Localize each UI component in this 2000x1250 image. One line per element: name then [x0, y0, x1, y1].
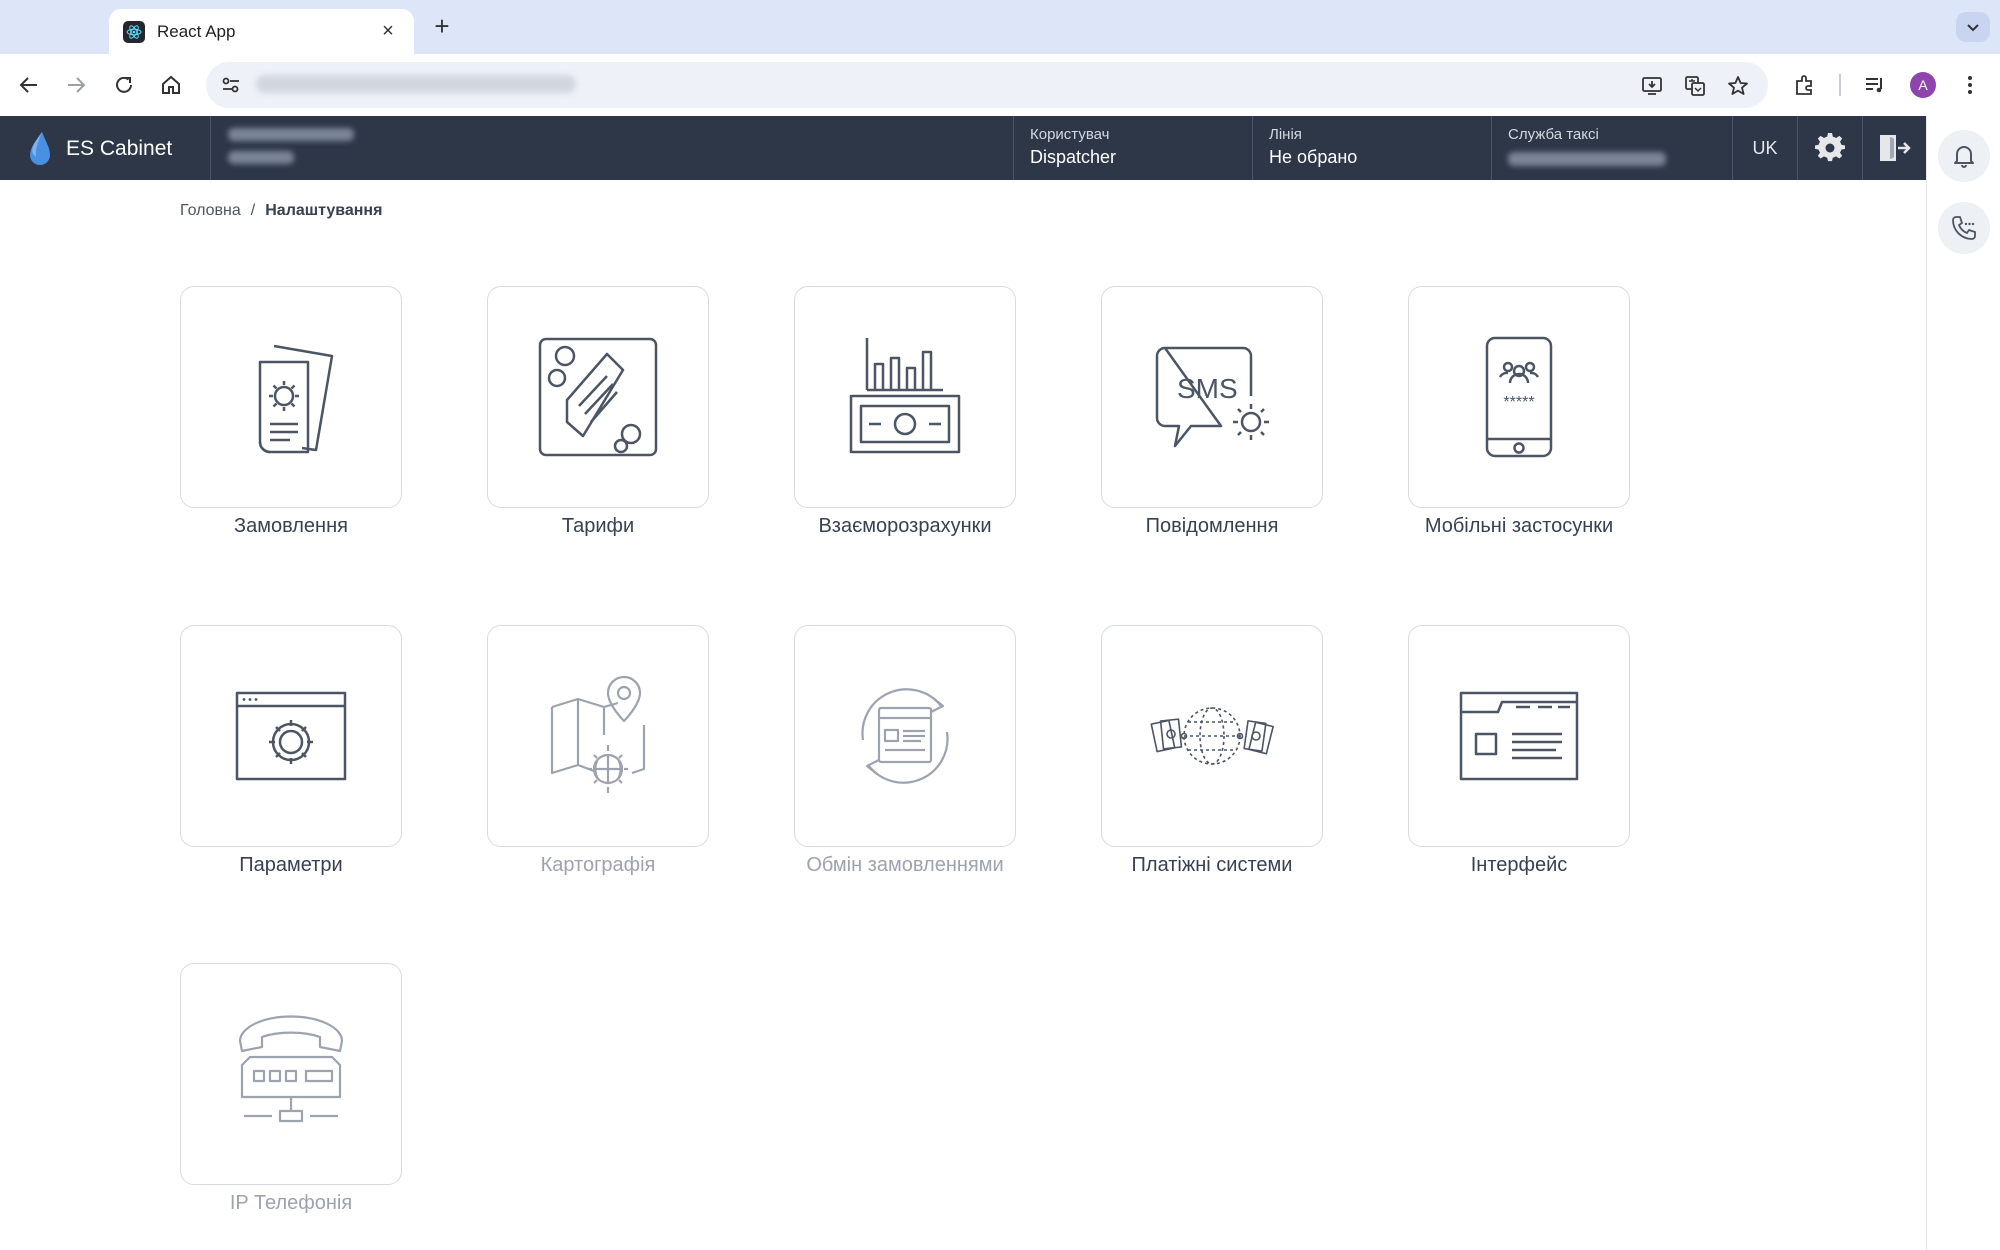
card-label: Інтерфейс	[1470, 854, 1568, 876]
tariff-ticket-icon	[538, 337, 658, 457]
settings-card-settlements[interactable]	[794, 286, 1016, 508]
payment-systems-icon	[1150, 707, 1274, 765]
language-switcher[interactable]: UK	[1734, 116, 1796, 180]
more-vertical-icon	[1968, 76, 1972, 94]
card-label: Замовлення	[234, 515, 348, 537]
react-favicon-icon	[123, 20, 145, 43]
extensions-button[interactable]	[1787, 66, 1823, 104]
header-divider	[1732, 116, 1733, 180]
gear-icon	[1815, 133, 1845, 162]
media-controls-button[interactable]	[1857, 66, 1893, 104]
app-header: ES Cabinet Користувач Dispatcher Лінія Н…	[0, 116, 1926, 180]
tab-close-icon[interactable]: ×	[376, 20, 400, 43]
browser-toolbar: A	[0, 54, 2000, 116]
phone-calling-icon	[1952, 216, 1976, 240]
sms-text: SMS	[1177, 373, 1238, 404]
logout-button[interactable]	[1863, 116, 1927, 180]
settings-card-cartography[interactable]	[487, 625, 709, 847]
card-label: Картографія	[540, 854, 656, 876]
order-exchange-icon	[861, 688, 949, 784]
map-globe-icon	[550, 675, 646, 793]
taxi-service-label: Служба таксі	[1508, 126, 1599, 143]
settings-card-parameters[interactable]	[180, 625, 402, 847]
right-rail	[1926, 116, 2000, 1250]
logout-icon	[1880, 135, 1911, 161]
toolbar-separator	[1839, 74, 1841, 96]
settings-button[interactable]	[1798, 116, 1862, 180]
line-value: Не обрано	[1269, 147, 1358, 167]
puzzle-icon	[1796, 75, 1812, 95]
home-icon	[162, 75, 180, 94]
tab-search-button[interactable]	[1956, 12, 1990, 42]
breadcrumb: Головна / Налаштування	[180, 202, 382, 220]
parameters-window-icon	[235, 691, 347, 781]
translate-icon[interactable]	[1681, 72, 1709, 100]
arrow-left-icon	[19, 77, 37, 93]
site-settings-icon[interactable]	[220, 74, 242, 96]
user-info: Користувач Dispatcher	[1014, 116, 1252, 180]
user-label: Користувач	[1030, 126, 1110, 143]
line-label: Лінія	[1269, 126, 1302, 143]
bookmark-star-icon[interactable]	[1724, 72, 1752, 100]
card-label: Обмін замовленнями	[806, 854, 1004, 876]
url-text-blurred	[256, 75, 576, 93]
browser-tab[interactable]: React App ×	[109, 9, 414, 54]
date-time-blurred	[228, 128, 354, 164]
water-drop-logo-icon	[30, 132, 50, 165]
user-value: Dispatcher	[1030, 147, 1117, 167]
brand-logo[interactable]: ES Cabinet	[26, 130, 172, 168]
breadcrumb-current: Налаштування	[265, 202, 383, 219]
interface-window-icon	[1459, 691, 1579, 781]
settlements-money-icon	[849, 338, 961, 454]
sms-settings-icon: SMS	[1155, 346, 1269, 448]
home-button[interactable]	[152, 66, 190, 104]
card-label: Параметри	[239, 854, 343, 876]
mobile-app-icon: *****	[1485, 336, 1553, 458]
reload-button[interactable]	[105, 66, 143, 104]
bell-icon	[1954, 146, 1974, 168]
line-selector[interactable]: Лінія Не обрано	[1253, 116, 1491, 180]
card-label: Мобільні застосунки	[1424, 515, 1614, 537]
profile-avatar: A	[1910, 72, 1936, 98]
settings-card-ip-telephony[interactable]	[180, 963, 402, 1185]
tab-title: React App	[157, 21, 236, 41]
settings-card-order-exchange[interactable]	[794, 625, 1016, 847]
settings-card-messages[interactable]: SMS	[1101, 286, 1323, 508]
profile-button[interactable]: A	[1905, 66, 1941, 104]
brand-name: ES Cabinet	[66, 137, 173, 160]
install-app-icon[interactable]	[1638, 72, 1666, 100]
chevron-down-icon	[1967, 24, 1979, 32]
playlist-icon	[1866, 78, 1882, 93]
settings-card-orders[interactable]	[180, 286, 402, 508]
browser-tab-strip: React App × +	[0, 0, 2000, 54]
breadcrumb-separator: /	[250, 202, 256, 219]
new-tab-button[interactable]: +	[428, 12, 456, 40]
card-label: Повідомлення	[1145, 515, 1279, 537]
back-button[interactable]	[10, 66, 48, 104]
settings-card-interface[interactable]	[1408, 625, 1630, 847]
card-label: Платіжні системи	[1131, 854, 1293, 876]
order-settings-icon	[258, 344, 334, 454]
card-label: IP Телефонія	[229, 1192, 353, 1214]
forward-button[interactable]	[57, 66, 95, 104]
password-stars-text: *****	[1503, 394, 1534, 411]
notifications-button[interactable]	[1938, 130, 1990, 182]
browser-menu-button[interactable]	[1952, 66, 1988, 104]
ip-phone-icon	[238, 1015, 344, 1123]
breadcrumb-home-link[interactable]: Головна	[180, 202, 241, 220]
card-label: Взаєморозрахунки	[818, 515, 992, 537]
taxi-service-value-blurred	[1508, 152, 1666, 166]
card-label: Тарифи	[561, 515, 635, 537]
settings-card-tariffs[interactable]	[487, 286, 709, 508]
header-divider	[210, 116, 211, 180]
calls-button[interactable]	[1938, 202, 1990, 254]
settings-card-mobile-apps[interactable]: *****	[1408, 286, 1630, 508]
arrow-right-icon	[68, 77, 86, 93]
address-bar[interactable]	[206, 62, 1768, 108]
taxi-service-selector[interactable]: Служба таксі	[1492, 116, 1732, 180]
settings-card-payment-systems[interactable]	[1101, 625, 1323, 847]
reload-icon	[116, 76, 132, 93]
